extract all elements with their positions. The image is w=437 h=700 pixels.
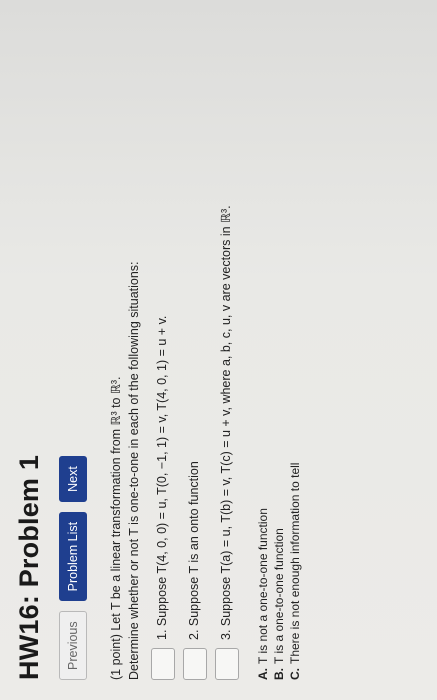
problem-list-button[interactable]: Problem List bbox=[59, 511, 87, 602]
problem-statement: (1 point) Let T be a linear transformati… bbox=[107, 20, 143, 680]
answer-select-1[interactable] bbox=[151, 648, 175, 680]
points-label: (1 point) bbox=[109, 634, 123, 680]
situation-text-3: 3. Suppose T(a) = u, T(b) = v, T(c) = u … bbox=[219, 205, 233, 640]
situation-item-1: 1. Suppose T(4, 0, 0) = u, T(0, −1, 1) =… bbox=[151, 20, 175, 680]
option-b-letter: B. bbox=[272, 668, 286, 680]
option-b: B. T is a one-to-one function bbox=[271, 20, 287, 680]
answer-select-2[interactable] bbox=[183, 648, 207, 680]
option-c-text: There is not enough information to tell bbox=[288, 462, 302, 664]
option-a: A. T is not a one-to-one function bbox=[255, 20, 271, 680]
situation-item-2: 2. Suppose T is an onto function bbox=[183, 20, 207, 680]
option-b-text: T is a one-to-one function bbox=[272, 528, 286, 664]
situation-item-3: 3. Suppose T(a) = u, T(b) = v, T(c) = u … bbox=[215, 20, 239, 680]
option-c: C. There is not enough information to tel… bbox=[287, 20, 303, 680]
instruction-text: Determine whether or not T is one-to-one… bbox=[127, 261, 141, 680]
option-c-letter: C. bbox=[288, 668, 302, 680]
answer-options: A. T is not a one-to-one function B. T is … bbox=[255, 20, 303, 680]
option-a-text: T is not a one-to-one function bbox=[256, 508, 270, 664]
previous-button[interactable]: Previous bbox=[59, 611, 87, 680]
page-title: HW16: Problem 1 bbox=[14, 454, 44, 680]
situation-list: 1. Suppose T(4, 0, 0) = u, T(0, −1, 1) =… bbox=[151, 20, 239, 680]
problem-page: HW16: Problem 1 Previous Problem List Ne… bbox=[0, 0, 437, 700]
answer-select-3[interactable] bbox=[215, 648, 239, 680]
statement-text: Let T be a linear transformation from ℝ³… bbox=[109, 376, 123, 631]
option-a-letter: A. bbox=[256, 668, 270, 680]
situation-text-2: 2. Suppose T is an onto function bbox=[187, 461, 201, 640]
next-button[interactable]: Next bbox=[59, 456, 87, 502]
problem-nav: Previous Problem List Next bbox=[59, 20, 87, 680]
situation-text-1: 1. Suppose T(4, 0, 0) = u, T(0, −1, 1) =… bbox=[155, 315, 169, 640]
